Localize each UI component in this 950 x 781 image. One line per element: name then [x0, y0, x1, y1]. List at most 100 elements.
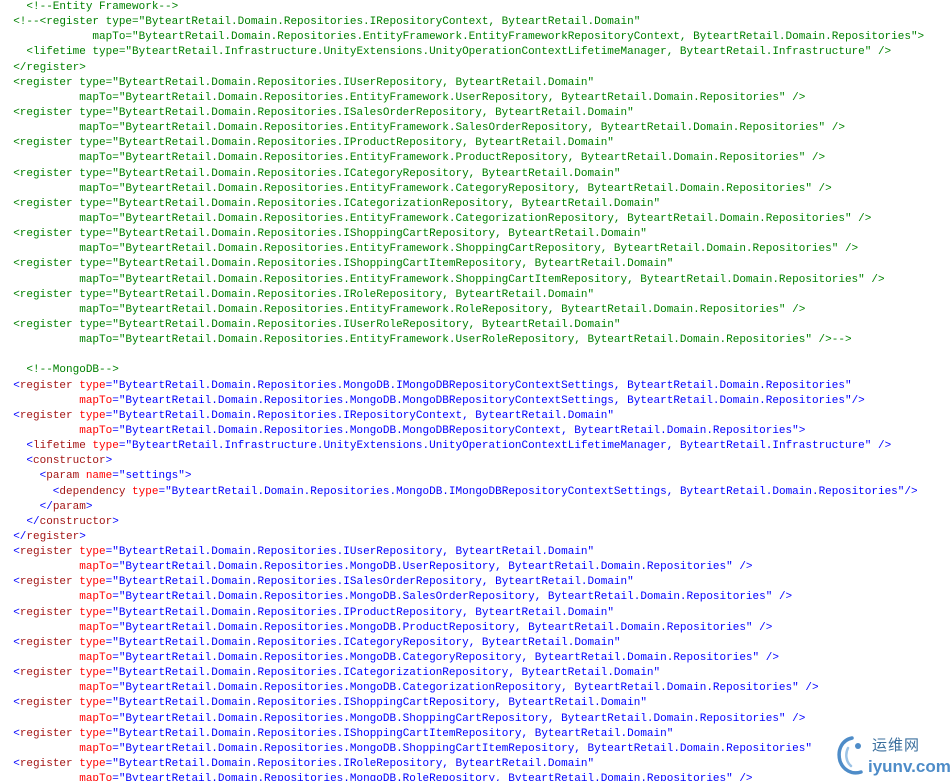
code-line: <!--Entity Framework-->	[0, 0, 950, 15]
code-attribute-value: "ByteartRetail.Domain.Repositories.ICate…	[112, 636, 621, 649]
code-line: <register type="ByteartRetail.Domain.Rep…	[0, 167, 950, 182]
code-comment: </register>	[0, 61, 86, 74]
code-line: </param>	[0, 500, 950, 515]
code-tag-name: constructor	[33, 455, 106, 468]
code-punctuation: />	[785, 712, 806, 725]
code-comment: mapTo="ByteartRetail.Domain.Repositories…	[0, 31, 925, 44]
code-line: <constructor>	[0, 454, 950, 469]
code-comment: mapTo="ByteartRetail.Domain.Repositories…	[0, 334, 852, 347]
code-attribute-value: "ByteartRetail.Domain.Repositories.Mongo…	[118, 591, 773, 604]
code-attribute-value: "ByteartRetail.Domain.Repositories.IProd…	[112, 606, 614, 619]
code-line: </register>	[0, 530, 950, 545]
code-attribute-value: "ByteartRetail.Domain.Repositories.Mongo…	[165, 485, 905, 498]
code-comment: <register type="ByteartRetail.Domain.Rep…	[0, 318, 621, 331]
code-attribute-value: "ByteartRetail.Domain.Repositories.IUser…	[112, 546, 595, 559]
code-attribute-value: "ByteartRetail.Domain.Repositories.Mongo…	[112, 379, 852, 392]
code-punctuation: <	[0, 636, 20, 649]
code-tag-name: register	[19, 409, 73, 422]
code-line: <register type="ByteartRetail.Domain.Rep…	[0, 288, 950, 303]
code-tag-name: register	[19, 379, 73, 392]
code-punctuation: <	[0, 409, 20, 422]
code-attribute-value: "ByteartRetail.Domain.Repositories.Mongo…	[118, 394, 852, 407]
code-comment: <!--Entity Framework-->	[0, 1, 179, 13]
code-tag-name: register	[19, 697, 73, 710]
code-line: mapTo="ByteartRetail.Domain.Repositories…	[0, 712, 950, 727]
code-attribute-name: type	[72, 697, 106, 710]
code-comment: mapTo="ByteartRetail.Domain.Repositories…	[0, 182, 832, 195]
code-punctuation: =	[112, 773, 119, 781]
code-attribute-value: "ByteartRetail.Domain.Repositories.IRepo…	[112, 409, 614, 422]
code-line: mapTo="ByteartRetail.Domain.Repositories…	[0, 212, 950, 227]
code-line: mapTo="ByteartRetail.Domain.Repositories…	[0, 394, 950, 409]
code-attribute-name: type	[125, 485, 159, 498]
code-comment: <!--<register type="ByteartRetail.Domain…	[0, 16, 641, 29]
code-punctuation: >	[184, 470, 192, 483]
code-punctuation: =	[112, 742, 119, 755]
code-punctuation: =	[112, 621, 119, 634]
code-punctuation: />	[759, 652, 779, 665]
code-line: mapTo="ByteartRetail.Domain.Repositories…	[0, 772, 950, 781]
code-attribute-value: "ByteartRetail.Domain.Repositories.IRole…	[112, 758, 595, 771]
code-line: <register type="ByteartRetail.Domain.Rep…	[0, 545, 950, 560]
code-attribute-name: type	[85, 440, 119, 453]
code-attribute-name: type	[72, 576, 106, 589]
code-tag-name: dependency	[59, 485, 126, 498]
code-comment: mapTo="ByteartRetail.Domain.Repositories…	[0, 273, 885, 286]
code-tag-name: param	[52, 500, 86, 513]
code-comment: mapTo="ByteartRetail.Domain.Repositories…	[0, 303, 806, 316]
code-attribute-value: "ByteartRetail.Domain.Repositories.Mongo…	[118, 742, 812, 755]
code-line: </register>	[0, 61, 950, 76]
code-tag-name: constructor	[39, 515, 113, 528]
code-attribute-name: type	[72, 636, 106, 649]
code-line: mapTo="ByteartRetail.Domain.Repositories…	[0, 681, 950, 696]
code-line: <register type="ByteartRetail.Domain.Rep…	[0, 227, 950, 242]
code-tag-name: lifetime	[33, 440, 86, 453]
code-line: <register type="ByteartRetail.Domain.Rep…	[0, 606, 950, 621]
code-line: mapTo="ByteartRetail.Domain.Repositories…	[0, 560, 950, 575]
code-attribute-name: mapTo	[0, 652, 113, 665]
code-punctuation: </	[0, 500, 53, 513]
code-line: <register type="ByteartRetail.Domain.Rep…	[0, 76, 950, 91]
code-attribute-value: "ByteartRetail.Domain.Repositories.ISale…	[112, 576, 634, 589]
code-line: <register type="ByteartRetail.Domain.Rep…	[0, 757, 950, 772]
code-punctuation: <	[0, 576, 20, 589]
code-punctuation: =	[112, 712, 119, 725]
code-comment: <register type="ByteartRetail.Domain.Rep…	[0, 228, 647, 241]
code-editor[interactable]: <!--Entity Framework--> <!--<register ty…	[0, 0, 950, 781]
code-comment: <register type="ByteartRetail.Domain.Rep…	[0, 76, 595, 89]
code-punctuation: <	[0, 440, 34, 453]
code-punctuation: >	[105, 455, 113, 468]
code-attribute-name: type	[72, 546, 106, 559]
code-line: </constructor>	[0, 515, 950, 530]
code-comment: mapTo="ByteartRetail.Domain.Repositories…	[0, 152, 826, 165]
code-attribute-value: "ByteartRetail.Domain.Repositories.Mongo…	[118, 773, 733, 781]
code-punctuation: <	[0, 379, 20, 392]
code-comment: <register type="ByteartRetail.Domain.Rep…	[0, 167, 621, 180]
code-punctuation: />	[772, 591, 793, 604]
code-punctuation: >	[112, 515, 119, 528]
code-punctuation: />	[732, 561, 753, 574]
code-line: <register type="ByteartRetail.Domain.Rep…	[0, 666, 950, 681]
code-line: <lifetime type="ByteartRetail.Infrastruc…	[0, 45, 950, 60]
code-punctuation: <	[0, 697, 20, 710]
code-line: mapTo="ByteartRetail.Domain.Repositories…	[0, 273, 950, 288]
code-attribute-name: mapTo	[0, 394, 113, 407]
code-attribute-name: type	[72, 727, 106, 740]
code-line: mapTo="ByteartRetail.Domain.Repositories…	[0, 182, 950, 197]
code-comment: <register type="ByteartRetail.Domain.Rep…	[0, 258, 674, 271]
code-attribute-name: mapTo	[0, 682, 113, 695]
code-line: <register type="ByteartRetail.Domain.Rep…	[0, 727, 950, 742]
code-punctuation: <	[0, 546, 20, 559]
code-tag-name: register	[19, 667, 73, 680]
code-punctuation: =	[112, 652, 119, 665]
code-comment: <register type="ByteartRetail.Domain.Rep…	[0, 288, 595, 301]
code-punctuation: </	[0, 515, 40, 528]
code-punctuation: =	[112, 394, 119, 407]
code-attribute-value: "ByteartRetail.Infrastructure.UnityExten…	[125, 440, 872, 453]
code-tag-name: register	[26, 530, 80, 543]
watermark-url: iyunv.com	[868, 757, 950, 776]
code-punctuation: />	[752, 621, 773, 634]
code-comment: <!--MongoDB-->	[0, 364, 119, 377]
code-attribute-value: "ByteartRetail.Domain.Repositories.IShop…	[112, 697, 647, 710]
code-line: <register type="ByteartRetail.Domain.Rep…	[0, 696, 950, 711]
